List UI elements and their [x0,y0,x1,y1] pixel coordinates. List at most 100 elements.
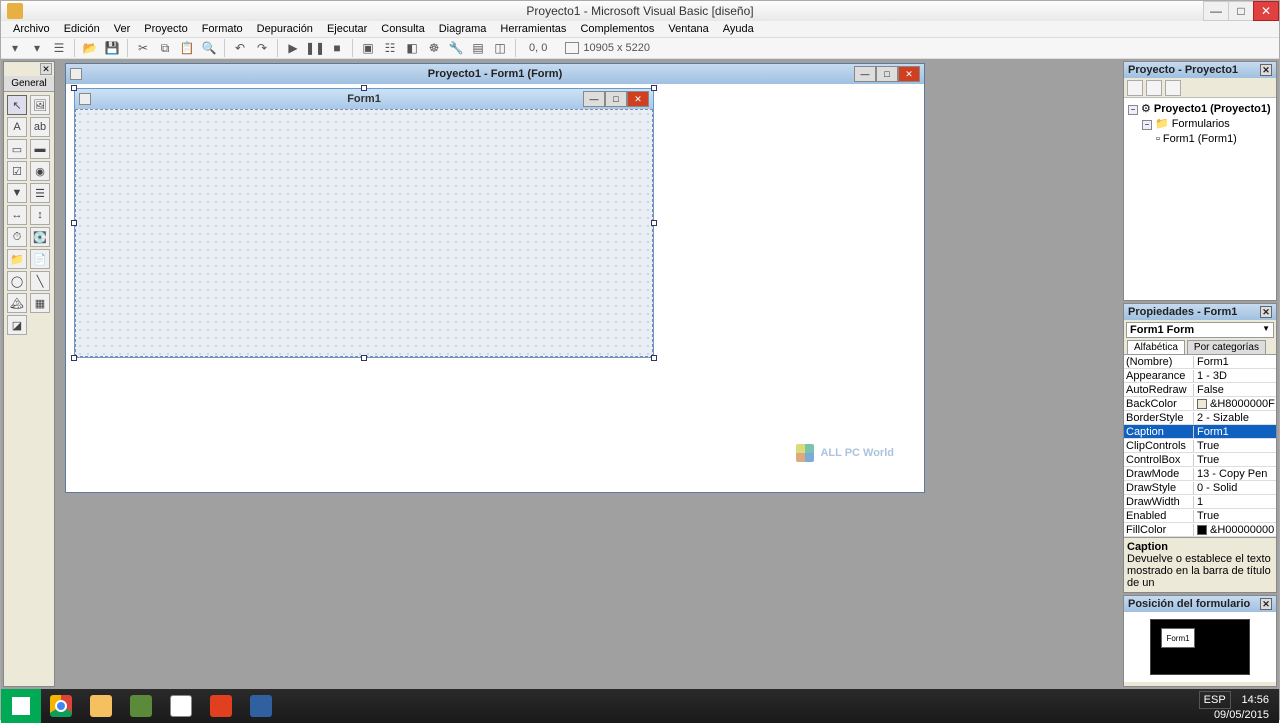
property-row[interactable]: BorderStyle2 - Sizable [1124,411,1276,425]
form-layout-button[interactable]: ◧ [402,38,422,58]
stop-button[interactable]: ■ [327,38,347,58]
form-minimize-button[interactable]: — [583,91,605,107]
form-close-button[interactable]: ✕ [627,91,649,107]
menu-edicion[interactable]: Edición [58,21,106,37]
menu-herramientas[interactable]: Herramientas [494,21,572,37]
property-row[interactable]: DrawStyle0 - Solid [1124,481,1276,495]
listbox-tool[interactable]: ☰ [30,183,50,203]
menu-ver[interactable]: Ver [108,21,137,37]
resize-handle[interactable] [71,355,77,361]
task-mediaplayer[interactable] [201,689,241,723]
close-button[interactable]: ✕ [1253,1,1279,21]
resize-handle[interactable] [361,85,367,91]
property-row[interactable]: ControlBoxTrue [1124,453,1276,467]
view-code-button[interactable] [1127,80,1143,96]
designer-titlebar[interactable]: Proyecto1 - Form1 (Form) — □ ✕ [66,64,924,84]
menu-formato[interactable]: Formato [196,21,249,37]
shape-tool[interactable]: ◯ [7,271,27,291]
system-tray[interactable]: ESP 14:56 09/05/2015 [1189,691,1279,722]
task-ccleaner[interactable] [161,689,201,723]
screen-preview[interactable]: Form1 [1150,619,1250,675]
menu-editor-button[interactable]: ☰ [49,38,69,58]
property-row[interactable]: BackColor&H8000000F [1124,397,1276,411]
menu-consulta[interactable]: Consulta [375,21,430,37]
image-tool[interactable]: 🏔 [7,293,27,313]
menu-diagrama[interactable]: Diagrama [433,21,493,37]
property-row[interactable]: Appearance1 - 3D [1124,369,1276,383]
filelistbox-tool[interactable]: 📄 [30,249,50,269]
tab-categorized[interactable]: Por categorías [1187,340,1266,354]
redo-button[interactable]: ↷ [252,38,272,58]
copy-button[interactable]: ⧉ [155,38,175,58]
open-button[interactable]: 📂 [80,38,100,58]
designer-close-button[interactable]: ✕ [898,66,920,82]
textbox-tool[interactable]: ab [30,117,50,137]
vscrollbar-tool[interactable]: ↕ [30,205,50,225]
add-project-button[interactable]: ▾ [5,38,25,58]
project-panel-close-button[interactable]: ✕ [1260,64,1272,76]
add-form-button[interactable]: ▾ [27,38,47,58]
checkbox-tool[interactable]: ☑ [7,161,27,181]
component-button[interactable]: ◫ [490,38,510,58]
object-browser-button[interactable]: ☸ [424,38,444,58]
find-button[interactable]: 🔍 [199,38,219,58]
picturebox-tool[interactable]: 🖼 [30,95,50,115]
menu-ayuda[interactable]: Ayuda [717,21,760,37]
hscrollbar-tool[interactable]: ↔ [7,205,27,225]
resize-handle[interactable] [651,220,657,226]
menu-depuracion[interactable]: Depuración [251,21,319,37]
undo-button[interactable]: ↶ [230,38,250,58]
timer-tool[interactable]: ⏱ [7,227,27,247]
property-grid[interactable]: (Nombre)Form1Appearance1 - 3DAutoRedrawF… [1124,355,1276,537]
form-canvas-wrapper[interactable]: Form1 — □ ✕ [74,88,654,358]
task-vb6[interactable] [241,689,281,723]
commandbutton-tool[interactable]: ▬ [30,139,50,159]
pause-button[interactable]: ❚❚ [305,38,325,58]
task-explorer[interactable] [81,689,121,723]
drivelistbox-tool[interactable]: 💽 [30,227,50,247]
menu-archivo[interactable]: Archivo [7,21,56,37]
tab-alphabetic[interactable]: Alfabética [1127,340,1185,354]
designer-minimize-button[interactable]: — [854,66,876,82]
resize-handle[interactable] [651,85,657,91]
task-chrome[interactable] [41,689,81,723]
form-design-surface[interactable] [75,109,653,357]
project-tree[interactable]: −⚙Proyecto1 (Proyecto1) −📁Formularios ▫F… [1124,98,1276,300]
form-preview[interactable]: Form1 [1161,628,1195,648]
language-indicator[interactable]: ESP [1199,691,1231,709]
property-row[interactable]: EnabledTrue [1124,509,1276,523]
form-titlebar[interactable]: Form1 — □ ✕ [75,89,653,109]
property-row[interactable]: ClipControlsTrue [1124,439,1276,453]
property-row[interactable]: FillColor&H00000000 [1124,523,1276,537]
paste-button[interactable]: 📋 [177,38,197,58]
combobox-tool[interactable]: ▼ [7,183,27,203]
resize-handle[interactable] [71,85,77,91]
toolbox-tab[interactable]: General [4,76,54,92]
data-tool[interactable]: ▦ [30,293,50,313]
toolbox-button[interactable]: 🔧 [446,38,466,58]
property-row[interactable]: CaptionForm1 [1124,425,1276,439]
data-view-button[interactable]: ▤ [468,38,488,58]
formpos-panel-close-button[interactable]: ✕ [1260,598,1272,610]
save-button[interactable]: 💾 [102,38,122,58]
toggle-folders-button[interactable] [1165,80,1181,96]
property-row[interactable]: (Nombre)Form1 [1124,355,1276,369]
toolbox-close-button[interactable]: ✕ [40,63,52,75]
project-explorer-button[interactable]: ▣ [358,38,378,58]
properties-panel-close-button[interactable]: ✕ [1260,306,1272,318]
resize-handle[interactable] [361,355,367,361]
form-maximize-button[interactable]: □ [605,91,627,107]
object-selector[interactable]: Form1 Form▼ [1126,322,1274,338]
minimize-button[interactable]: — [1203,1,1229,21]
resize-handle[interactable] [651,355,657,361]
menu-ventana[interactable]: Ventana [662,21,714,37]
menu-complementos[interactable]: Complementos [574,21,660,37]
label-tool[interactable]: A [7,117,27,137]
start-button[interactable] [1,689,41,723]
cut-button[interactable]: ✂ [133,38,153,58]
task-utorrent[interactable] [121,689,161,723]
properties-button[interactable]: ☷ [380,38,400,58]
menu-proyecto[interactable]: Proyecto [138,21,193,37]
optionbutton-tool[interactable]: ◉ [30,161,50,181]
menu-ejecutar[interactable]: Ejecutar [321,21,373,37]
